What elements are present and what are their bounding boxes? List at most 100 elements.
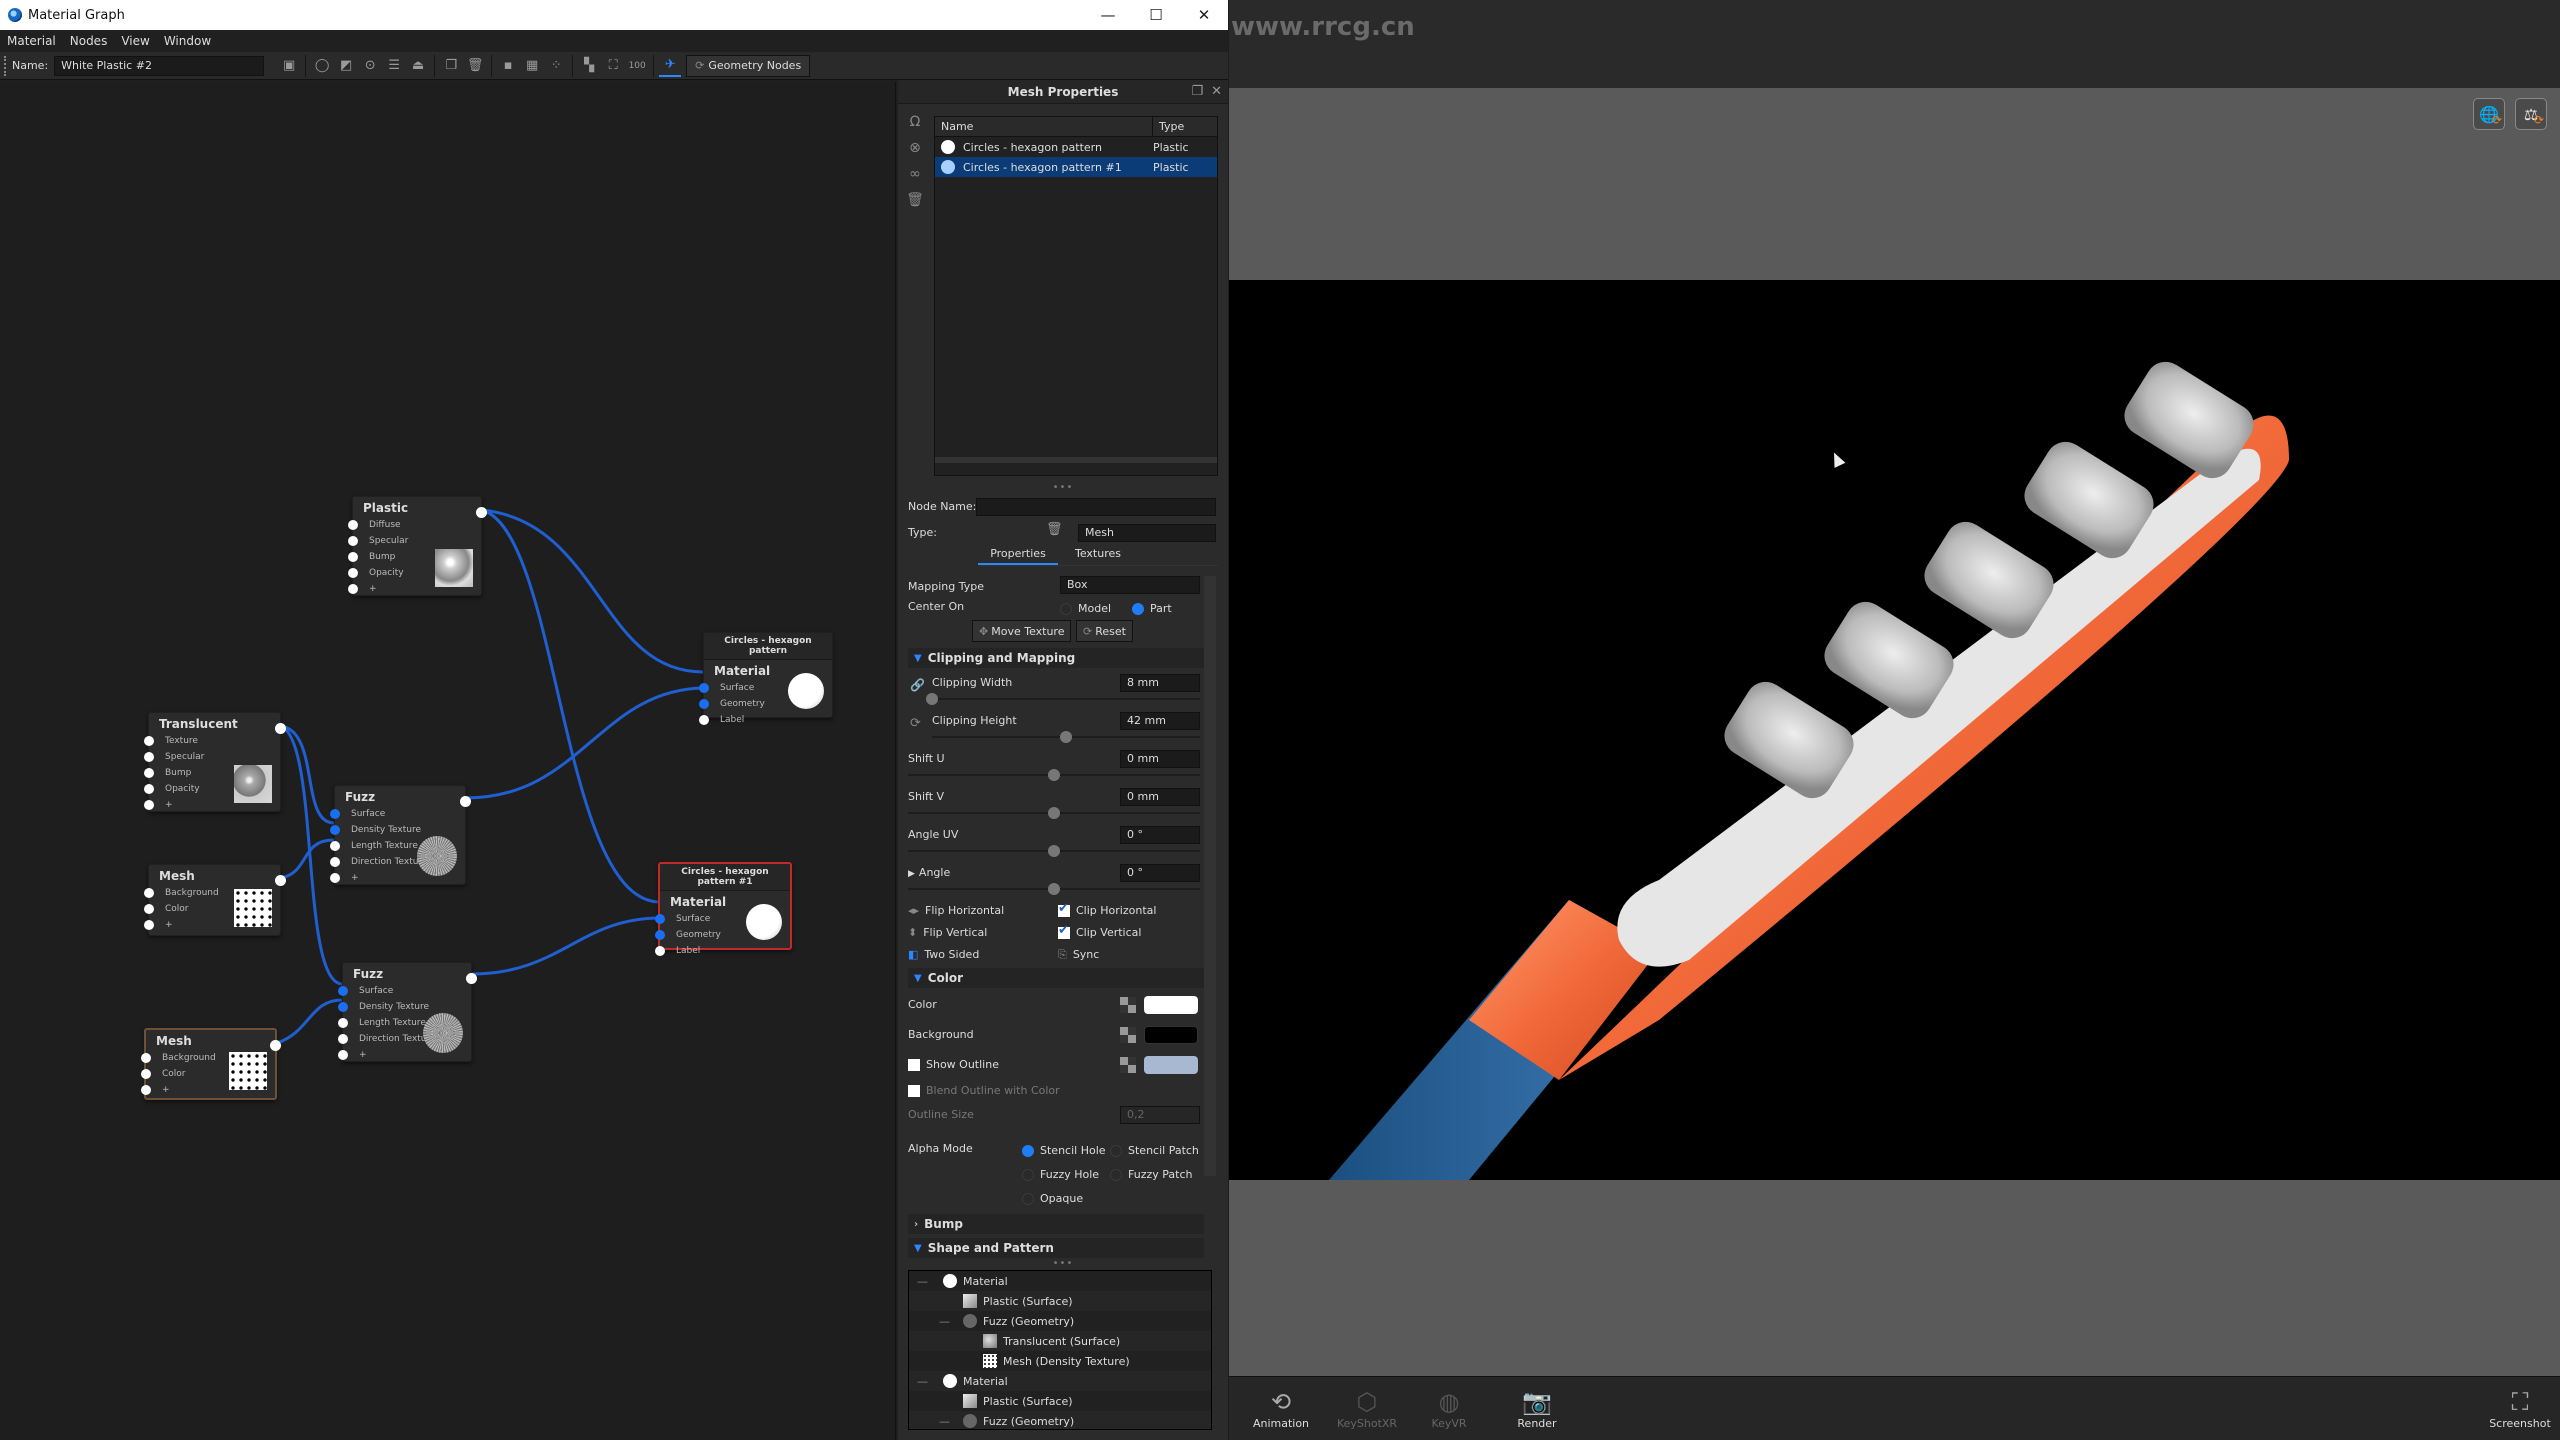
port-density-texture[interactable]: Density Texture (330, 822, 465, 838)
angle-uv-slider[interactable] (908, 845, 1200, 857)
weight-icon[interactable]: ⏏ (407, 55, 429, 77)
clipping-width-input[interactable]: 8 mm (1120, 674, 1200, 692)
clipping-height-input[interactable]: 42 mm (1120, 712, 1200, 730)
port-dot[interactable] (330, 825, 340, 835)
port-dot[interactable] (144, 784, 154, 794)
material-preview-icon[interactable]: ◯ (311, 55, 333, 77)
collapse-icon[interactable]: — (917, 1275, 928, 1288)
blend-outline-checkbox[interactable]: Blend Outline with Color (908, 1084, 1060, 1097)
expand-arrow-icon[interactable]: ▶ (908, 869, 915, 879)
port-dot[interactable] (330, 873, 340, 883)
port-surface[interactable]: Surface (338, 983, 471, 999)
sliders-icon[interactable]: ☰ (383, 55, 405, 77)
column-name[interactable]: Name (935, 117, 1153, 136)
center-on-part-radio[interactable]: Part (1132, 602, 1172, 615)
bump-section[interactable]: › Bump (908, 1214, 1204, 1234)
shift-u-input[interactable]: 0 mm (1120, 750, 1200, 768)
port-dot[interactable] (348, 520, 358, 530)
port-dot[interactable] (141, 1053, 151, 1063)
slider-knob[interactable] (1048, 883, 1060, 895)
slider-knob[interactable] (1048, 845, 1060, 857)
slider-knob[interactable] (1048, 807, 1060, 819)
shift-v-input[interactable]: 0 mm (1120, 788, 1200, 806)
port-dot[interactable] (655, 930, 665, 940)
tree-item[interactable]: Translucent (Surface) (909, 1331, 1211, 1351)
port-dot[interactable] (699, 683, 709, 693)
port-dot[interactable] (338, 986, 348, 996)
port-dot[interactable] (338, 1002, 348, 1012)
port-dot[interactable] (655, 946, 665, 956)
delete-icon[interactable]: 🗑 (464, 55, 486, 77)
type-dropdown[interactable]: Mesh (1078, 524, 1216, 542)
graph-direction-icon[interactable]: ✈ (659, 55, 682, 77)
port-dot[interactable] (348, 536, 358, 546)
shift-u-slider[interactable] (908, 769, 1200, 781)
fit-icon[interactable]: ⛶ (602, 55, 624, 77)
tree-item[interactable]: — Material (909, 1271, 1211, 1291)
arrange-icon[interactable]: ▚ (578, 55, 600, 77)
shift-v-slider[interactable] (908, 807, 1200, 819)
port-label[interactable]: Label (699, 712, 832, 728)
texture-toggle-icon[interactable] (1120, 1027, 1136, 1043)
output-port[interactable] (476, 507, 487, 518)
material-node-2[interactable]: Circles - hexagon pattern #1 Material Su… (655, 862, 792, 956)
color-swatch[interactable] (1144, 996, 1198, 1014)
alpha-fuzzy-hole-radio[interactable]: Fuzzy Hole (1022, 1168, 1099, 1181)
mesh-node-2[interactable]: Mesh Background Color + (141, 1028, 281, 1100)
show-outline-checkbox[interactable]: Show Outline (908, 1058, 999, 1071)
translucent-node[interactable]: Translucent Texture Specular Bump Opacit… (144, 712, 286, 812)
port-dot[interactable] (699, 699, 709, 709)
minimize-button[interactable]: — (1084, 0, 1132, 30)
port-dot[interactable] (144, 768, 154, 778)
slider-knob[interactable] (1060, 731, 1072, 743)
port-dot[interactable] (144, 920, 154, 930)
list-item[interactable]: Circles - hexagon pattern Plastic (935, 137, 1217, 157)
menu-nodes[interactable]: Nodes (63, 34, 115, 48)
slider-knob[interactable] (1048, 769, 1060, 781)
collapse-icon[interactable]: — (917, 1375, 928, 1388)
port-dot[interactable] (338, 1034, 348, 1044)
play-icon[interactable]: ⊙ (359, 55, 381, 77)
tree-item[interactable]: Mesh (Density Texture) (909, 1351, 1211, 1371)
port-dot[interactable] (144, 888, 154, 898)
toolbar-grip[interactable] (4, 55, 7, 76)
port-dot[interactable] (330, 809, 340, 819)
move-texture-button[interactable]: ✥ Move Texture (972, 620, 1072, 642)
tree-item[interactable]: Plastic (Surface) (909, 1391, 1211, 1411)
render-viewport[interactable] (1229, 280, 2560, 1180)
float-panel-icon[interactable]: ❐ (1191, 84, 1203, 99)
list-item-selected[interactable]: Circles - hexagon pattern #1 Plastic (935, 157, 1217, 177)
port-density-texture[interactable]: Density Texture (338, 999, 471, 1015)
port-dot[interactable] (141, 1069, 151, 1079)
flip-horizontal-button[interactable]: ◂▸ Flip Horizontal (908, 904, 1004, 917)
add-node-icon[interactable]: ▪ (497, 55, 519, 77)
shape-pattern-section[interactable]: ▼ Shape and Pattern (908, 1238, 1204, 1258)
port-dot[interactable] (655, 914, 665, 924)
delete-material-icon[interactable]: 🗑 (906, 192, 924, 208)
angle-row[interactable]: ▶ Angle (908, 866, 950, 879)
splitter-handle[interactable]: ••• (898, 1258, 1228, 1269)
duplicate-material-icon[interactable]: ⊗ (909, 140, 921, 156)
save-icon[interactable]: ▣ (278, 55, 300, 77)
collapse-icon[interactable]: — (939, 1415, 950, 1428)
tree-item[interactable]: — Fuzz (Geometry) (909, 1411, 1211, 1429)
tab-properties[interactable]: Properties (978, 544, 1058, 565)
animation-button[interactable]: ⟲ Animation (1241, 1387, 1321, 1430)
fuzz-node-1[interactable]: Fuzz Surface Density Texture Length Text… (330, 785, 471, 885)
port-dot[interactable] (330, 841, 340, 851)
material-refresh-icon[interactable]: ⚖ ⟳ (2515, 98, 2547, 130)
output-port[interactable] (460, 796, 471, 807)
port-dot[interactable] (348, 584, 358, 594)
tree-item[interactable]: Plastic (Surface) (909, 1291, 1211, 1311)
add-label-icon[interactable]: ⁘ (545, 55, 567, 77)
angle-input[interactable]: 0 ° (1120, 864, 1200, 882)
reset-button[interactable]: ⟳ Reset (1076, 620, 1133, 642)
port-specular[interactable]: Specular (348, 533, 481, 549)
horizontal-scrollbar[interactable] (935, 457, 1217, 463)
sync-icon[interactable]: ⟳ (910, 716, 921, 731)
keyvr-button[interactable]: ◍ KeyVR (1409, 1387, 1489, 1430)
plastic-node[interactable]: Plastic Diffuse Specular Bump Opacity + (348, 496, 487, 596)
zoom-100-icon[interactable]: 100 (626, 55, 648, 77)
port-dot[interactable] (338, 1018, 348, 1028)
menu-window[interactable]: Window (157, 34, 218, 48)
